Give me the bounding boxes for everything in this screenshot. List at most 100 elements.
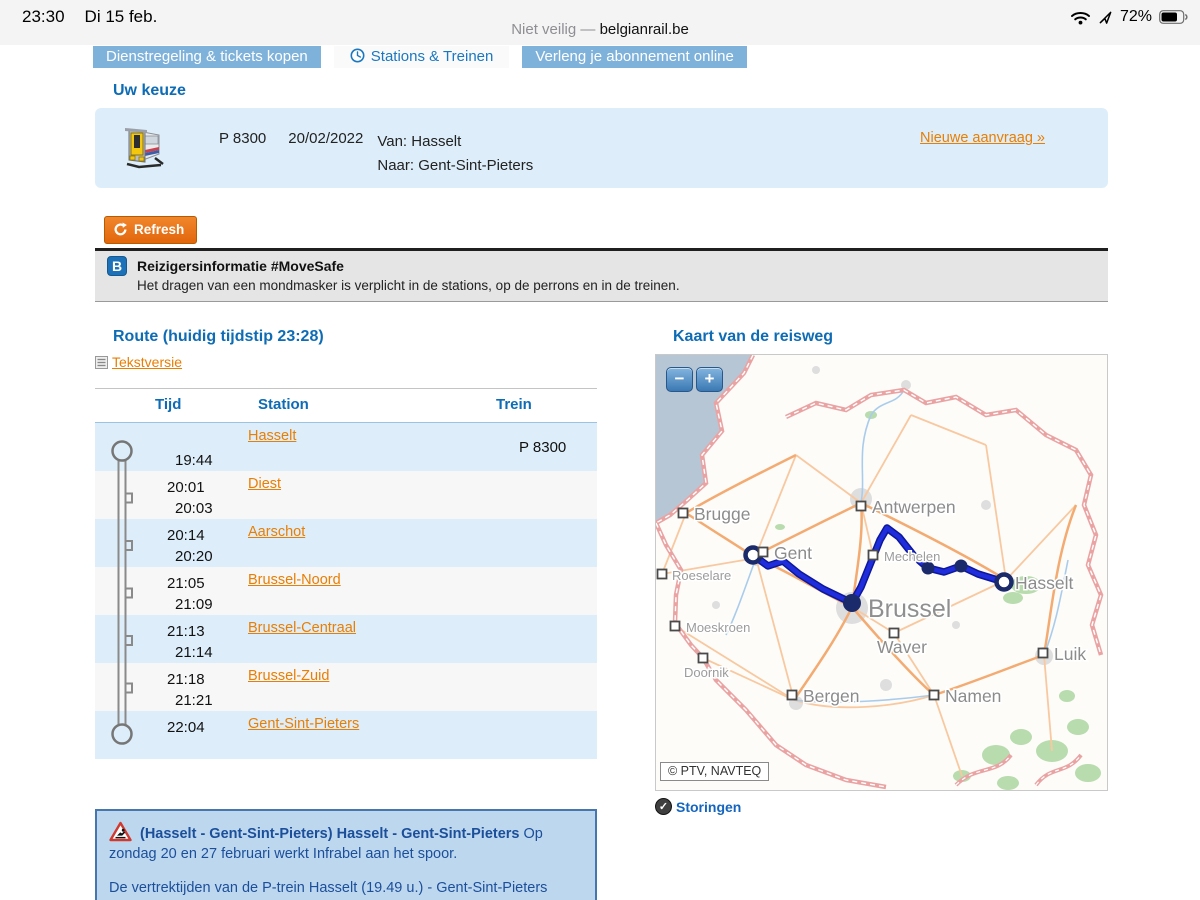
new-request-link[interactable]: Nieuwe aanvraag » — [920, 130, 1045, 146]
notice-title: Reizigersinformatie #MoveSafe — [137, 258, 344, 274]
station-link[interactable]: Aarschot — [248, 524, 305, 540]
alert-paragraph-1: (Hasselt - Gent-Sint-Pieters) Hasselt - … — [109, 821, 583, 864]
route-row: 19:44Hasselt P 8300 — [95, 423, 597, 471]
station-cell: Hasselt — [248, 423, 483, 471]
time-cell: 19:44 — [135, 423, 248, 471]
route-stop-terminus — [997, 575, 1012, 590]
storingen-label: Storingen — [676, 799, 741, 815]
station-link[interactable]: Brussel-Centraal — [248, 620, 356, 636]
address-indicator[interactable]: Niet veilig — belgianrail.be — [0, 21, 1200, 38]
location-arrow-icon — [1098, 10, 1113, 25]
map-column: Kaart van de reisweg — [655, 316, 1108, 900]
station-link[interactable]: Brussel-Noord — [248, 572, 341, 588]
train-cell — [483, 471, 597, 519]
route-timeline-graphic — [95, 423, 135, 756]
works-warning-icon — [109, 821, 132, 842]
city-marker — [759, 548, 768, 557]
choice-to: Naar: Gent-Sint-Pieters — [377, 154, 533, 178]
route-stop-major — [843, 594, 861, 612]
city-marker — [679, 509, 688, 518]
station-link[interactable]: Brussel-Zuid — [248, 668, 329, 684]
station-cell: Brussel-Zuid — [248, 663, 483, 711]
station-cell: Gent-Sint-Pieters — [248, 711, 483, 759]
city-label: Brussel — [868, 595, 951, 623]
station-link[interactable]: Hasselt — [248, 428, 296, 444]
zoom-out-button[interactable]: − — [666, 367, 693, 392]
map-canvas: BruggeAntwerpenGentRoeselareMechelenMoes… — [656, 355, 1108, 791]
route-row: 20:0120:03Diest — [95, 471, 597, 519]
column-header-tijd: Tijd — [135, 396, 248, 413]
station-cell: Brussel-Centraal — [248, 615, 483, 663]
map-zoom-controls: − + — [666, 367, 723, 392]
route-column: Route (huidig tijdstip 23:28) Tekstversi… — [95, 316, 597, 900]
refresh-button[interactable]: Refresh — [104, 216, 197, 244]
alert-paragraph-2: De vertrektijden van de P-trein Hasselt … — [109, 878, 583, 900]
choice-train-number: P 8300 — [219, 130, 266, 147]
city-marker — [857, 502, 866, 511]
city-marker — [869, 551, 878, 560]
main-tab-bar: Dienstregeling & tickets kopen Stations &… — [0, 45, 1200, 68]
column-header-station: Station — [248, 396, 483, 413]
train-cell — [483, 615, 597, 663]
storingen-toggle[interactable]: ✓ Storingen — [655, 798, 1108, 815]
station-cell: Diest — [248, 471, 483, 519]
choice-panel: P 8300 20/02/2022 Van: Hasselt Naar: Gen… — [95, 108, 1108, 188]
station-link[interactable]: Gent-Sint-Pieters — [248, 716, 359, 732]
sncb-b-logo: B — [107, 256, 127, 276]
train-icon — [119, 124, 167, 170]
station-cell: Brussel-Noord — [248, 567, 483, 615]
city-label: Gent — [774, 543, 812, 563]
train-cell — [483, 519, 597, 567]
city-label: Brugge — [694, 504, 750, 524]
choice-heading: Uw keuze — [95, 82, 1108, 100]
route-row: 21:1821:21Brussel-Zuid — [95, 663, 597, 711]
route-row: 22:04Gent-Sint-Pieters — [95, 711, 597, 759]
tab-stations-treinen[interactable]: Stations & Treinen — [334, 46, 510, 68]
route-map[interactable]: BruggeAntwerpenGentRoeselareMechelenMoes… — [655, 354, 1108, 791]
time-cell: 21:0521:09 — [135, 567, 248, 615]
page-content: Uw keuze P 8300 20/02/2022 Van: Hasselt … — [95, 82, 1108, 900]
disruption-alert-box: (Hasselt - Gent-Sint-Pieters) Hasselt - … — [95, 809, 597, 900]
time-cell: 20:0120:03 — [135, 471, 248, 519]
map-heading: Kaart van de reisweg — [655, 328, 1108, 346]
city-label: Antwerpen — [872, 497, 956, 517]
zoom-in-button[interactable]: + — [696, 367, 723, 392]
city-label: Bergen — [803, 686, 859, 706]
time-cell: 21:1321:14 — [135, 615, 248, 663]
city-label: Luik — [1054, 644, 1086, 664]
time-cell: 21:1821:21 — [135, 663, 248, 711]
train-cell — [483, 567, 597, 615]
notice-body: Het dragen van een mondmasker is verplic… — [137, 278, 1096, 293]
train-cell — [483, 663, 597, 711]
tab-abonnement[interactable]: Verleng je abonnement online — [522, 46, 747, 68]
tab-dienstregeling[interactable]: Dienstregeling & tickets kopen — [93, 46, 321, 68]
city-label: Waver — [877, 637, 927, 657]
city-marker — [788, 691, 797, 700]
city-label: Moeskroen — [686, 620, 750, 635]
route-stop-stop — [955, 560, 968, 573]
city-marker — [658, 570, 667, 579]
url-domain: belgianrail.be — [600, 21, 689, 38]
url-security-label: Niet veilig — — [511, 21, 599, 38]
text-version-link[interactable]: Tekstversie — [112, 354, 182, 370]
city-marker — [1039, 649, 1048, 658]
route-table-body: 19:44HasseltP 830020:0120:03Diest20:1420… — [95, 423, 597, 759]
train-cell — [483, 711, 597, 759]
route-table-header: Tijd Station Trein — [95, 389, 597, 423]
train-cell: P 8300 — [483, 423, 597, 471]
city-label: Mechelen — [884, 549, 940, 564]
clock-icon — [350, 48, 365, 63]
column-header-trein: Trein — [483, 396, 597, 413]
city-label: Doornik — [684, 665, 729, 680]
text-version-icon — [95, 356, 108, 369]
city-marker — [699, 654, 708, 663]
station-link[interactable]: Diest — [248, 476, 281, 492]
time-cell: 22:04 — [135, 711, 248, 759]
station-cell: Aarschot — [248, 519, 483, 567]
status-right: 72% — [1070, 8, 1188, 26]
battery-icon — [1159, 10, 1188, 24]
movesafe-banner: B Reizigersinformatie #MoveSafe Het drag… — [95, 248, 1108, 302]
city-label: Hasselt — [1015, 573, 1073, 593]
map-attribution: © PTV, NAVTEQ — [660, 762, 769, 781]
city-marker — [671, 622, 680, 631]
